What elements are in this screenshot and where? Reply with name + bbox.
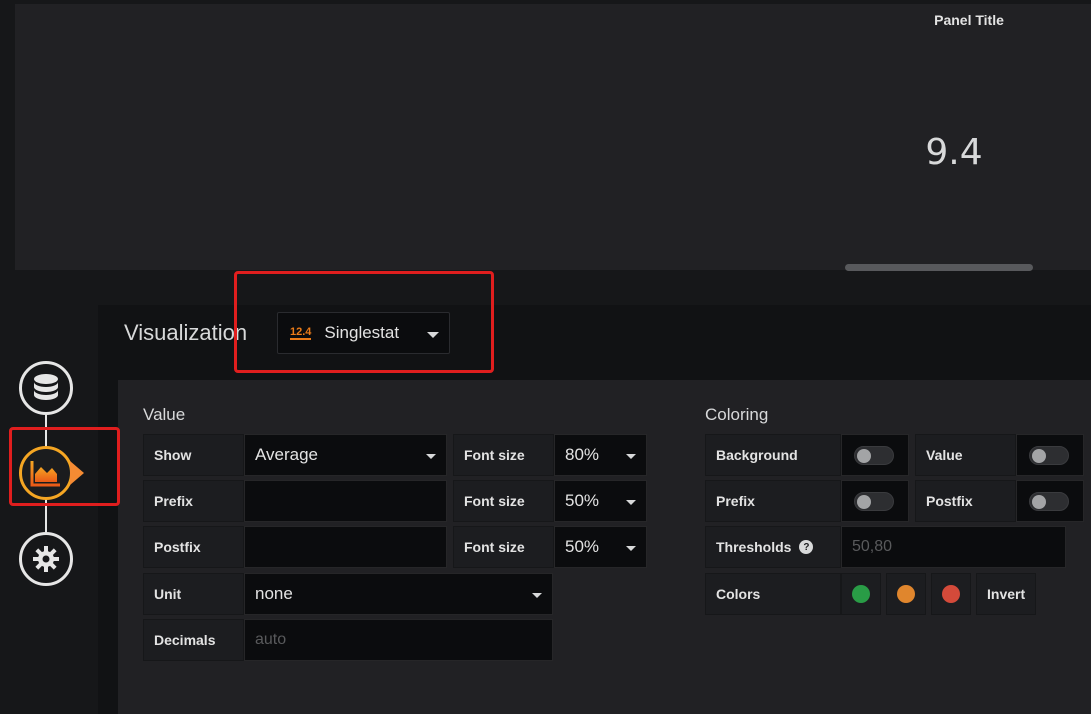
unit-select[interactable]: none bbox=[244, 573, 553, 615]
invert-colors-button[interactable]: Invert bbox=[976, 573, 1036, 615]
gear-icon bbox=[33, 546, 59, 572]
highlight-box-picker bbox=[234, 271, 494, 373]
value-toggle-container bbox=[1016, 434, 1084, 476]
postfix-font-size-value: 50% bbox=[565, 537, 600, 556]
prefix-toggle-container bbox=[841, 480, 909, 522]
colors-label: Colors bbox=[705, 573, 841, 615]
prefix-color-label: Prefix bbox=[705, 480, 841, 522]
color-dot bbox=[852, 585, 870, 603]
thresholds-label-text: Thresholds bbox=[716, 539, 792, 555]
coloring-section-heading: Coloring bbox=[705, 405, 769, 424]
unit-label: Unit bbox=[143, 573, 244, 615]
decimals-label: Decimals bbox=[143, 619, 244, 661]
prefix-font-size-select[interactable]: 50% bbox=[554, 480, 647, 522]
panel-value: 9.4 bbox=[925, 132, 983, 173]
step-queries[interactable] bbox=[19, 361, 73, 415]
panel-preview: Panel Title 9.4 bbox=[15, 4, 1091, 270]
prefix-toggle[interactable] bbox=[854, 492, 894, 511]
postfix-toggle[interactable] bbox=[1029, 492, 1069, 511]
background-toggle[interactable] bbox=[854, 446, 894, 465]
postfix-font-size-label: Font size bbox=[453, 526, 554, 568]
thresholds-input[interactable]: 50,80 bbox=[841, 526, 1066, 568]
background-label: Background bbox=[705, 434, 841, 476]
color-swatch-warn[interactable] bbox=[886, 573, 926, 615]
show-label: Show bbox=[143, 434, 244, 476]
prefix-input[interactable] bbox=[244, 480, 447, 522]
postfix-label: Postfix bbox=[143, 526, 244, 568]
panel-title[interactable]: Panel Title bbox=[915, 12, 1023, 28]
postfix-toggle-container bbox=[1016, 480, 1084, 522]
toggle-knob bbox=[1032, 495, 1046, 509]
highlight-box-step bbox=[9, 427, 120, 506]
color-dot bbox=[897, 585, 915, 603]
color-swatch-crit[interactable] bbox=[931, 573, 971, 615]
unit-select-value: none bbox=[255, 584, 293, 603]
postfix-font-size-select[interactable]: 50% bbox=[554, 526, 647, 568]
prefix-font-size-label: Font size bbox=[453, 480, 554, 522]
thresholds-label: Thresholds ? bbox=[705, 526, 841, 568]
toggle-knob bbox=[857, 495, 871, 509]
help-icon[interactable]: ? bbox=[799, 540, 814, 554]
value-section-heading: Value bbox=[143, 405, 186, 424]
toggle-knob bbox=[1032, 449, 1046, 463]
chevron-down-icon bbox=[626, 454, 636, 459]
postfix-color-label: Postfix bbox=[915, 480, 1016, 522]
show-select[interactable]: Average bbox=[244, 434, 447, 476]
color-dot bbox=[942, 585, 960, 603]
value-font-size-label: Font size bbox=[453, 434, 554, 476]
color-swatch-ok[interactable] bbox=[841, 573, 881, 615]
panel-resize-handle[interactable] bbox=[845, 264, 1033, 271]
prefix-label: Prefix bbox=[143, 480, 244, 522]
chevron-down-icon bbox=[532, 593, 542, 598]
postfix-input[interactable] bbox=[244, 526, 447, 568]
database-icon bbox=[34, 374, 58, 400]
chevron-down-icon bbox=[626, 546, 636, 551]
show-select-value: Average bbox=[255, 445, 319, 464]
value-color-label: Value bbox=[915, 434, 1016, 476]
toggle-knob bbox=[857, 449, 871, 463]
chevron-down-icon bbox=[426, 454, 436, 459]
chevron-down-icon bbox=[626, 500, 636, 505]
step-general[interactable] bbox=[19, 532, 73, 586]
prefix-font-size-value: 50% bbox=[565, 491, 600, 510]
value-toggle[interactable] bbox=[1029, 446, 1069, 465]
value-font-size-select[interactable]: 80% bbox=[554, 434, 647, 476]
visualization-heading: Visualization bbox=[124, 320, 248, 345]
decimals-input[interactable]: auto bbox=[244, 619, 553, 661]
background-toggle-container bbox=[841, 434, 909, 476]
value-font-size-value: 80% bbox=[565, 445, 600, 464]
panel-editor: Panel Title 9.4 Visualization 12.4 Singl… bbox=[0, 0, 1091, 714]
